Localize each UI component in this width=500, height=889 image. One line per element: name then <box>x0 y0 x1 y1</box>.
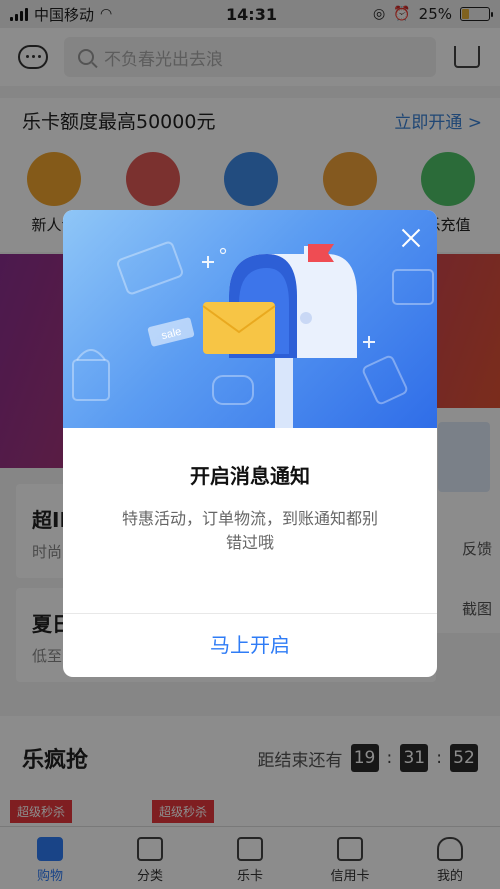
enable-notifications-button[interactable]: 马上开启 <box>63 614 437 677</box>
close-icon[interactable] <box>399 226 423 250</box>
mailbox-icon: sale <box>72 241 434 428</box>
mailbox-illustration: sale <box>63 210 437 428</box>
notification-permission-dialog: sale 开启消息通知 特惠活动，订单物流，到账通知都别错过哦 马上开启 <box>63 210 437 677</box>
dialog-title: 开启消息通知 <box>190 464 310 488</box>
dialog-description: 特惠活动，订单物流，到账通知都别错过哦 <box>121 509 378 552</box>
